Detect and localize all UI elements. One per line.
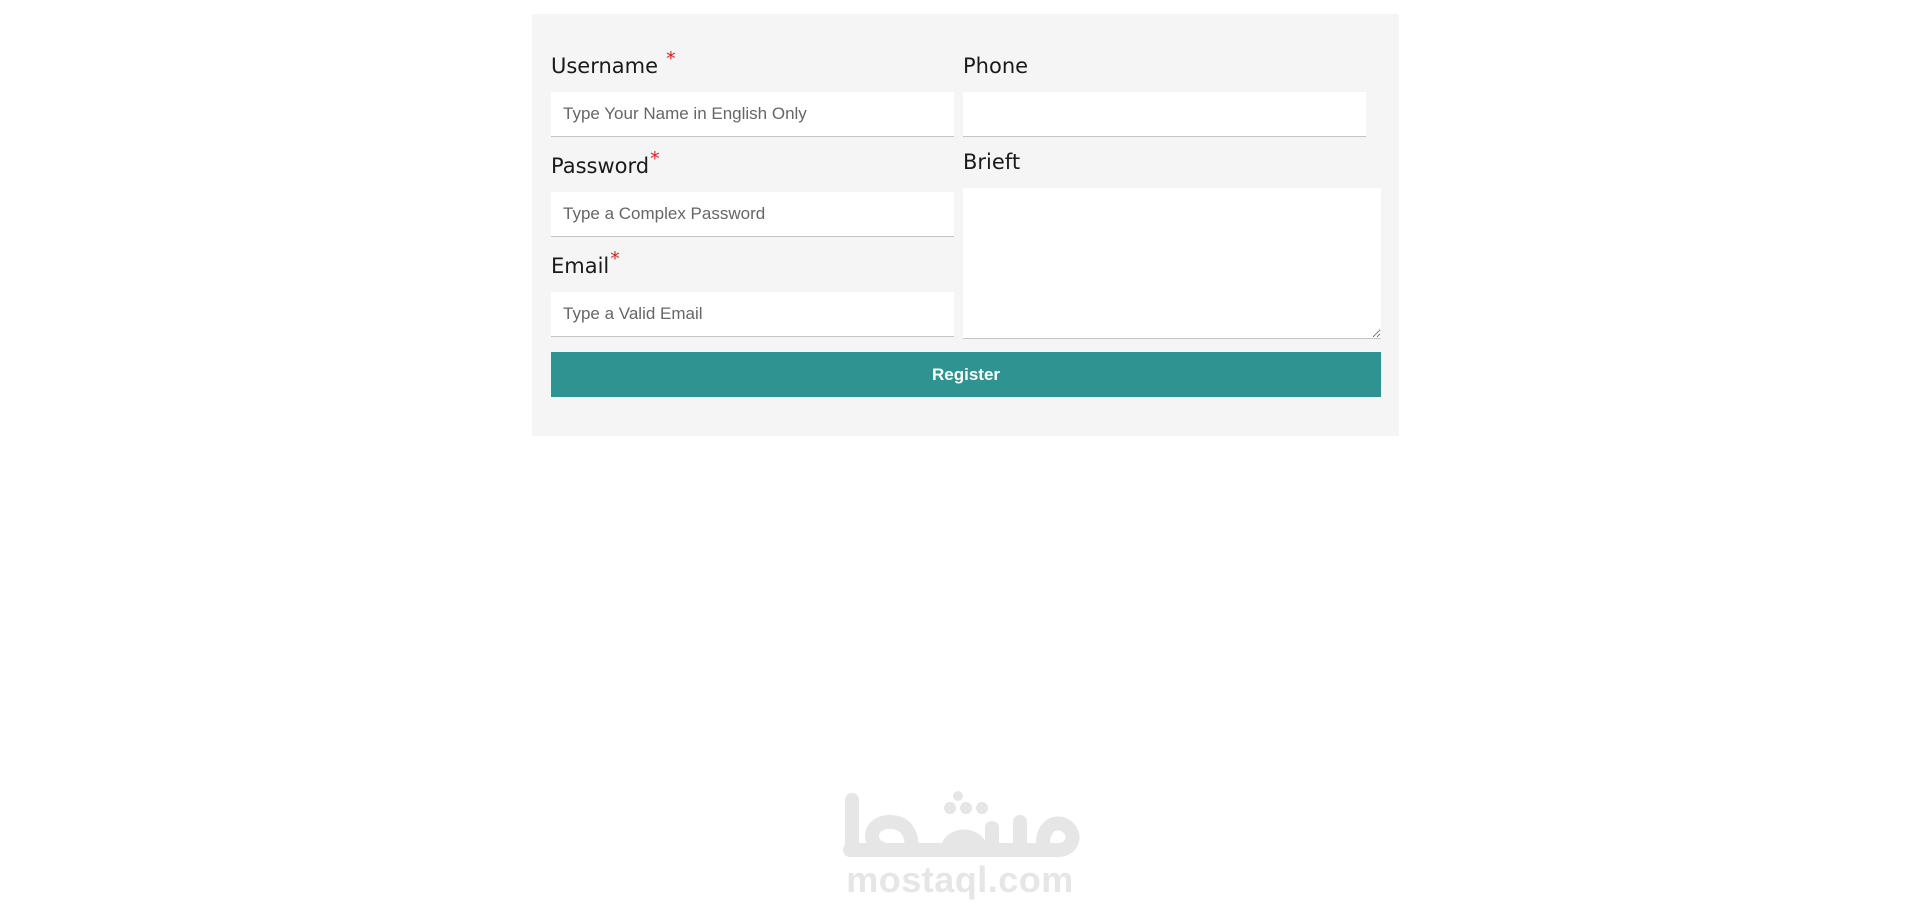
email-label: Email*: [551, 248, 620, 278]
brief-label: Brieft: [963, 150, 1021, 174]
email-label-text: Email: [551, 254, 610, 278]
password-required-mark: *: [650, 148, 660, 170]
mostaql-logo-icon: [843, 791, 1080, 857]
mostaql-watermark: mostaql.com: [830, 788, 1090, 908]
email-input[interactable]: [551, 292, 954, 337]
phone-input[interactable]: [963, 92, 1366, 137]
username-label-text: Username: [551, 54, 659, 78]
mostaql-domain-text: mostaql.com: [846, 859, 1074, 900]
registration-form: Username* Password* Email* Phone Brieft …: [532, 14, 1399, 436]
brief-textarea[interactable]: [963, 188, 1381, 339]
password-label-text: Password: [551, 154, 650, 178]
email-required-mark: *: [610, 248, 620, 270]
password-label: Password*: [551, 148, 660, 178]
username-label: Username *: [551, 48, 676, 78]
phone-label: Phone: [963, 54, 1029, 78]
password-input[interactable]: [551, 192, 954, 237]
username-required-mark: *: [666, 48, 676, 70]
username-input[interactable]: [551, 92, 954, 137]
register-button[interactable]: Register: [551, 352, 1381, 397]
